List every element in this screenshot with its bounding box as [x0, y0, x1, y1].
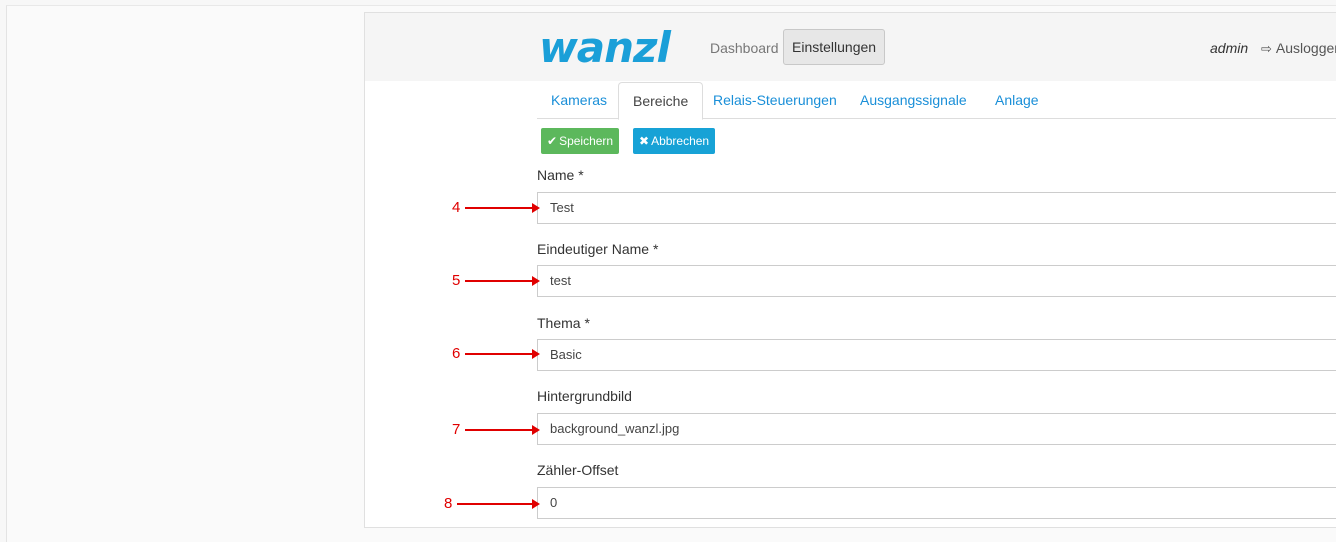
annotation-number: 5 [452, 272, 461, 289]
counter-offset-label: Zähler-Offset [537, 462, 619, 478]
annotation-number: 8 [444, 495, 453, 512]
name-label: Name * [537, 167, 584, 183]
arrow-head-icon [532, 425, 540, 435]
annotation-number: 6 [452, 345, 461, 362]
annotation-arrow: 6 [452, 344, 544, 364]
navbar: wanzl Dashboard Einstellungen admin ⇨ Aus… [365, 13, 1336, 81]
cancel-button[interactable]: ✖ Abbrechen [633, 128, 716, 154]
logout-label: Ausloggen [1275, 40, 1336, 56]
wanzl-logo[interactable]: wanzl [539, 25, 671, 71]
current-user: admin [1210, 40, 1249, 56]
annotation-number: 4 [452, 199, 461, 216]
tab-bereiche[interactable]: Bereiche [618, 82, 704, 120]
annotation-arrow: 4 [452, 198, 544, 218]
annotation-arrow: 7 [452, 420, 544, 440]
counter-offset-input[interactable]: 0 [537, 487, 1336, 519]
arrow-line [465, 429, 535, 431]
app-panel: wanzl Dashboard Einstellungen admin ⇨ Aus… [364, 12, 1336, 528]
arrow-line [465, 280, 535, 282]
times-icon: ✖ [639, 134, 650, 148]
nav-dashboard-link[interactable]: Dashboard [710, 40, 779, 56]
arrow-head-icon [532, 499, 540, 509]
unique-name-label: Eindeutiger Name * [537, 241, 659, 257]
save-button[interactable]: ✔ Speichern [541, 128, 620, 154]
arrow-head-icon [532, 276, 540, 286]
annotation-number: 7 [452, 421, 461, 438]
annotation-arrow: 8 [444, 494, 544, 514]
tab-anlage[interactable]: Anlage [995, 92, 1039, 108]
tab-relais-steuerungen[interactable]: Relais-Steuerungen [713, 92, 837, 108]
arrow-head-icon [532, 203, 540, 213]
name-input[interactable]: Test [537, 192, 1336, 224]
tab-kameras[interactable]: Kameras [551, 92, 607, 108]
theme-select[interactable]: Basic [537, 339, 1336, 371]
arrow-line [457, 503, 535, 505]
theme-label: Thema * [537, 315, 590, 331]
background-label: Hintergrundbild [537, 388, 632, 404]
settings-tabs: Kameras Bereiche Relais-Steuerungen Ausg… [537, 82, 1336, 120]
save-label: Speichern [559, 134, 614, 148]
tab-ausgangssignale[interactable]: Ausgangssignale [860, 92, 967, 108]
check-icon: ✔ [547, 134, 558, 148]
nav-einstellungen-button[interactable]: Einstellungen [783, 29, 886, 65]
arrow-line [465, 353, 535, 355]
arrow-line [465, 207, 535, 209]
sign-out-icon: ⇨ [1261, 41, 1272, 56]
annotation-arrow: 5 [452, 271, 544, 291]
cancel-label: Abbrechen [651, 134, 710, 148]
background-input[interactable]: background_wanzl.jpg [537, 413, 1336, 445]
logout-link[interactable]: ⇨ Ausloggen [1261, 40, 1336, 57]
arrow-head-icon [532, 349, 540, 359]
unique-name-input[interactable]: test [537, 265, 1336, 297]
